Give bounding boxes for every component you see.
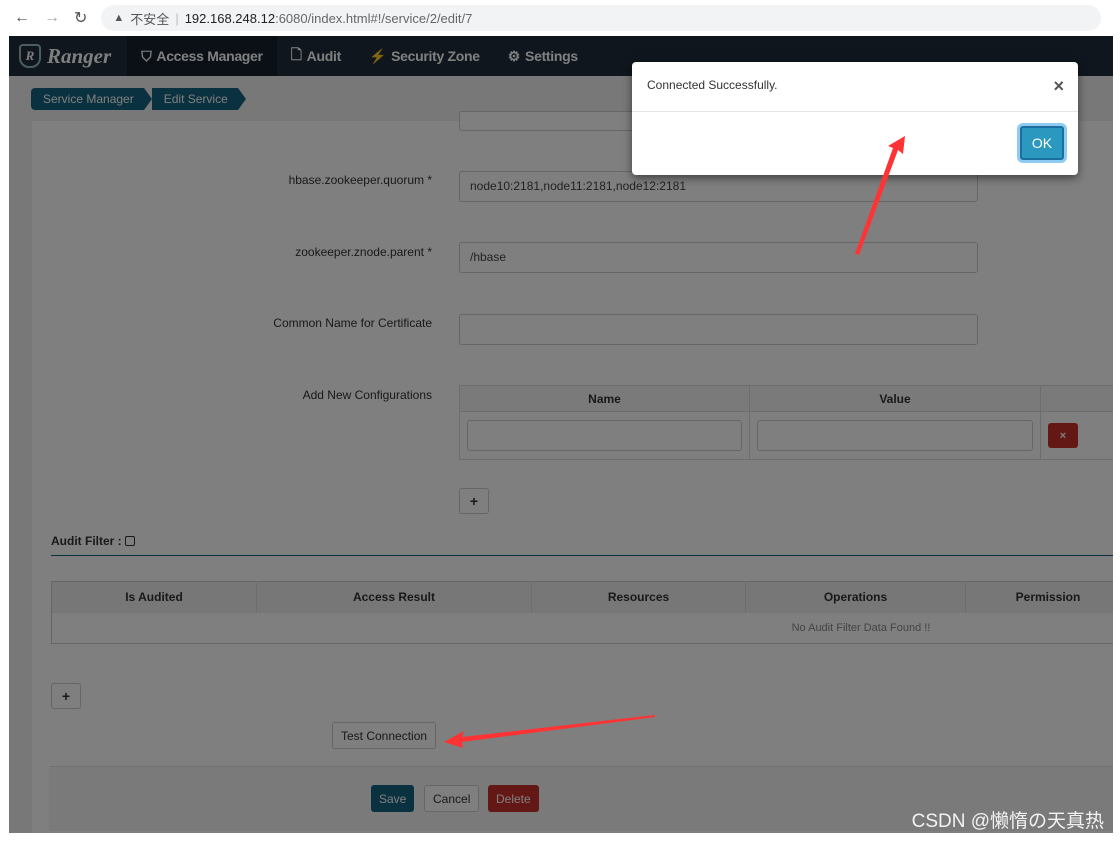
- annotation-arrows: [444, 136, 905, 748]
- annotation-arrow-up: [855, 136, 905, 255]
- annotation-arrow-left: [444, 715, 655, 748]
- watermark: CSDN @懒惰の天真热: [911, 811, 1104, 832]
